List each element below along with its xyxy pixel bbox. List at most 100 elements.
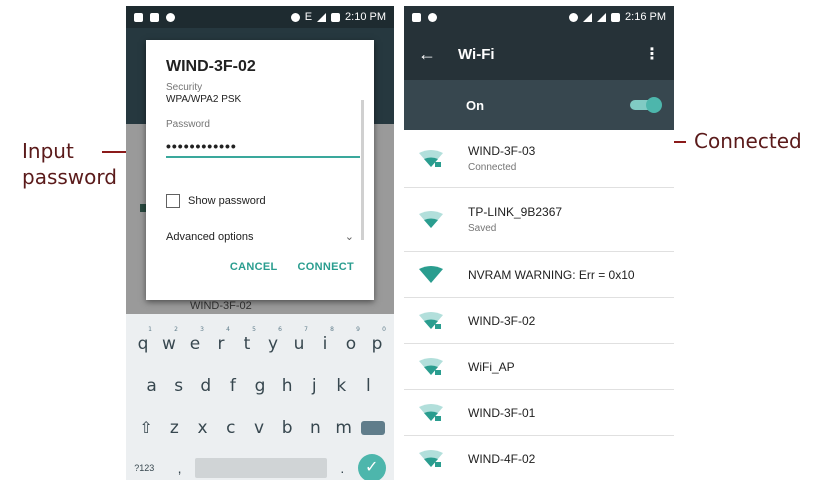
- key-d[interactable]: d: [195, 376, 217, 396]
- wifi-full-icon: [418, 265, 444, 285]
- key-e-wrap[interactable]: 3e: [184, 326, 206, 354]
- show-password-label: Show password: [188, 195, 266, 207]
- chevron-down-icon[interactable]: ⌄: [345, 230, 354, 243]
- key-hint: 3: [200, 326, 204, 333]
- key-hint: 7: [304, 326, 308, 333]
- key-r-wrap[interactable]: 4r: [210, 326, 232, 354]
- wifi-lock-icon: [418, 357, 444, 377]
- page-title: Wi-Fi: [458, 45, 495, 63]
- key-j[interactable]: j: [303, 376, 325, 396]
- wifi-lock-icon: [418, 149, 444, 169]
- advanced-options-row[interactable]: Advanced options ⌄: [166, 230, 354, 244]
- show-password-checkbox[interactable]: [166, 194, 180, 208]
- key-s[interactable]: s: [168, 376, 190, 396]
- wifi-network-name: WIND-3F-02: [468, 313, 536, 328]
- key-label: o: [345, 334, 357, 354]
- key-z[interactable]: z: [163, 418, 185, 438]
- key-c[interactable]: c: [220, 418, 242, 438]
- wifi-icon: [418, 210, 444, 230]
- wifi-network-row[interactable]: WiFi_AP: [404, 344, 674, 390]
- key-g[interactable]: g: [249, 376, 271, 396]
- wifi-toggle-bar[interactable]: On: [404, 80, 674, 130]
- key-a[interactable]: a: [141, 376, 163, 396]
- phone-screen-wifi-list: 2:16 PM ← Wi-Fi ⋮ On WIND-3F-03 Connected…: [404, 6, 674, 480]
- key-hint: 4: [226, 326, 230, 333]
- back-arrow-icon[interactable]: ←: [418, 44, 458, 65]
- wifi-network-list: WIND-3F-03 Connected TP-LINK_9B2367 Saved NV…: [404, 130, 674, 480]
- key-hint: 9: [356, 326, 360, 333]
- soft-keyboard: 1q2w3e4r5t6y7u8i9o0p asdfghjkl ⇧ z x c v b n m …: [126, 314, 394, 480]
- wifi-network-row[interactable]: WIND-3F-02: [404, 298, 674, 344]
- key-k[interactable]: k: [330, 376, 352, 396]
- wifi-network-name: NVRAM WARNING: Err = 0x10: [468, 267, 635, 282]
- key-hint: 5: [252, 326, 256, 333]
- password-label: Password: [166, 119, 210, 130]
- key-u-wrap[interactable]: 7u: [288, 326, 310, 354]
- do-not-disturb-icon: [290, 12, 300, 22]
- wifi-status-icon: [583, 12, 593, 22]
- signal-icon: [597, 12, 607, 22]
- status-time: 2:16 PM: [625, 11, 666, 23]
- callout-input-password: Input password: [22, 139, 117, 189]
- password-input[interactable]: ••••••••••••: [166, 138, 354, 154]
- more-options-icon[interactable]: ⋮: [644, 44, 660, 64]
- wifi-network-row[interactable]: NVRAM WARNING: Err = 0x10: [404, 252, 674, 298]
- wifi-network-name: TP-LINK_9B2367: [468, 205, 563, 219]
- key-hint: 1: [148, 326, 152, 333]
- key-b[interactable]: b: [276, 418, 298, 438]
- dialog-scrollbar[interactable]: [361, 100, 364, 240]
- wifi-toggle-switch[interactable]: [630, 97, 662, 113]
- backspace-icon[interactable]: [360, 421, 385, 435]
- wifi-network-name: WiFi_AP: [468, 359, 515, 374]
- key-q-wrap[interactable]: 1q: [132, 326, 154, 354]
- network-type: E: [304, 11, 313, 23]
- key-label: i: [322, 334, 328, 354]
- keyboard-row-1: 1q2w3e4r5t6y7u8i9o0p: [126, 326, 394, 354]
- key-y-wrap[interactable]: 6y: [262, 326, 284, 354]
- wifi-network-row[interactable]: WIND-3F-01: [404, 390, 674, 436]
- key-m[interactable]: m: [333, 418, 355, 438]
- dialog-title: WIND-3F-02: [166, 58, 256, 75]
- key-label: q: [137, 334, 149, 354]
- status-bar: 2:16 PM: [404, 6, 674, 28]
- key-o-wrap[interactable]: 9o: [340, 326, 362, 354]
- wifi-network-row[interactable]: TP-LINK_9B2367 Saved: [404, 188, 674, 252]
- key-v[interactable]: v: [248, 418, 270, 438]
- period-key[interactable]: .: [335, 460, 349, 476]
- lock-icon: [412, 12, 421, 22]
- wifi-network-row[interactable]: WIND-4F-02: [404, 436, 674, 480]
- signal-icon: [317, 12, 327, 22]
- cancel-button[interactable]: CANCEL: [230, 261, 278, 273]
- wifi-network-status: Saved: [468, 223, 497, 234]
- android-icon: [428, 12, 437, 22]
- wifi-network-row[interactable]: WIND-3F-03 Connected: [404, 130, 674, 188]
- key-i-wrap[interactable]: 8i: [314, 326, 336, 354]
- key-p-wrap[interactable]: 0p: [366, 326, 388, 354]
- shift-icon[interactable]: ⇧: [135, 418, 157, 438]
- show-password-row[interactable]: Show password: [166, 194, 354, 208]
- key-n[interactable]: n: [304, 418, 326, 438]
- key-f[interactable]: f: [222, 376, 244, 396]
- battery-icon: [331, 12, 341, 22]
- app-bar: ← Wi-Fi ⋮: [404, 28, 674, 80]
- security-value: WPA/WPA2 PSK: [166, 94, 242, 105]
- key-w-wrap[interactable]: 2w: [158, 326, 180, 354]
- key-l[interactable]: l: [357, 376, 379, 396]
- key-label: r: [217, 334, 225, 354]
- wifi-lock-icon: [418, 311, 444, 331]
- vibrate-icon: [569, 12, 579, 22]
- password-underline: [166, 156, 360, 158]
- key-t-wrap[interactable]: 5t: [236, 326, 258, 354]
- comma-key[interactable]: ,: [173, 460, 187, 476]
- connect-button[interactable]: CONNECT: [298, 261, 355, 273]
- key-h[interactable]: h: [276, 376, 298, 396]
- key-x[interactable]: x: [192, 418, 214, 438]
- wifi-lock-icon: [418, 449, 444, 469]
- space-key[interactable]: [194, 458, 327, 478]
- callout-connected: Connected: [694, 129, 802, 153]
- security-label: Security: [166, 82, 203, 93]
- enter-check-icon[interactable]: ✓: [357, 454, 386, 480]
- wifi-network-name: WIND-3F-01: [468, 405, 536, 420]
- symbols-key[interactable]: ?123: [134, 463, 164, 473]
- keyboard-bottom-row: ?123 , . ✓: [126, 454, 394, 480]
